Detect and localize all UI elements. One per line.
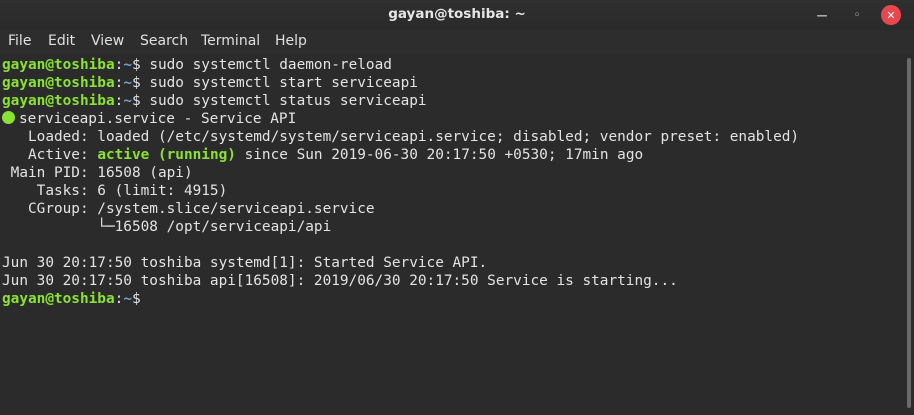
prompt-path: ~ [123, 93, 132, 109]
active-label: Active: [2, 147, 98, 163]
active-state: active (running) [97, 147, 236, 163]
menu-help[interactable]: Help [275, 33, 307, 49]
prompt-path: ~ [123, 291, 132, 307]
active-line: Active: active (running) since Sun 2019-… [2, 146, 904, 164]
active-since: since Sun 2019-06-30 20:17:50 +0530; 17m… [235, 147, 644, 163]
log-line: Jun 30 20:17:50 toshiba api[16508]: 2019… [2, 273, 678, 289]
menu-file[interactable]: File [8, 33, 31, 49]
menu-view[interactable]: View [91, 33, 124, 49]
menu-search[interactable]: Search [140, 33, 188, 49]
prompt-path: ~ [123, 57, 132, 73]
terminal-window: gayan@toshiba: ~ — ◦ ✕ File Edit View Se… [0, 0, 914, 415]
command-text: sudo systemctl daemon-reload [149, 57, 392, 73]
service-name: serviceapi.service - Service API [19, 111, 297, 127]
status-dot-icon [2, 111, 15, 124]
command-text: sudo systemctl start serviceapi [149, 75, 418, 91]
minimize-button[interactable]: — [812, 5, 832, 25]
log-line: Jun 30 20:17:50 toshiba systemd[1]: Star… [2, 255, 488, 271]
maximize-button[interactable]: ◦ [847, 5, 867, 25]
prompt-colon: : [114, 93, 124, 109]
prompt-user-host: gayan@toshiba [2, 93, 115, 109]
scrollbar-thumb[interactable] [907, 58, 911, 408]
prompt-user-host: gayan@toshiba [2, 291, 115, 307]
prompt-colon: : [114, 57, 124, 73]
current-prompt-line: gayan@toshiba:~$ [2, 290, 904, 308]
prompt-user-host: gayan@toshiba [2, 57, 115, 73]
command-line: gayan@toshiba:~$ sudo systemctl daemon-r… [2, 56, 904, 74]
title-bar[interactable]: gayan@toshiba: ~ — ◦ ✕ [0, 0, 914, 30]
vertical-scrollbar[interactable] [904, 54, 914, 415]
main-pid-line: Main PID: 16508 (api) [2, 165, 193, 181]
menu-bar: File Edit View Search Terminal Help [0, 30, 914, 54]
terminal-output[interactable]: gayan@toshiba:~$ sudo systemctl daemon-r… [0, 54, 904, 415]
command-line: gayan@toshiba:~$ sudo systemctl status s… [2, 92, 904, 110]
cgroup-child-line: └─16508 /opt/serviceapi/api [2, 219, 332, 235]
prompt-symbol: $ [131, 57, 150, 73]
window-title: gayan@toshiba: ~ [388, 6, 526, 22]
prompt-symbol: $ [131, 291, 150, 307]
command-text: sudo systemctl status serviceapi [149, 93, 427, 109]
prompt-colon: : [114, 75, 124, 91]
service-header-line: serviceapi.service - Service API [2, 110, 904, 128]
prompt-symbol: $ [131, 75, 150, 91]
prompt-colon: : [114, 291, 124, 307]
loaded-line: Loaded: loaded (/etc/systemd/system/serv… [2, 129, 800, 145]
close-button[interactable]: ✕ [881, 5, 901, 25]
prompt-symbol: $ [131, 93, 150, 109]
menu-edit[interactable]: Edit [48, 33, 75, 49]
command-line: gayan@toshiba:~$ sudo systemctl start se… [2, 74, 904, 92]
cgroup-line: CGroup: /system.slice/serviceapi.service [2, 201, 375, 217]
prompt-user-host: gayan@toshiba [2, 75, 115, 91]
prompt-path: ~ [123, 75, 132, 91]
tasks-line: Tasks: 6 (limit: 4915) [2, 183, 228, 199]
menu-terminal[interactable]: Terminal [201, 33, 260, 49]
